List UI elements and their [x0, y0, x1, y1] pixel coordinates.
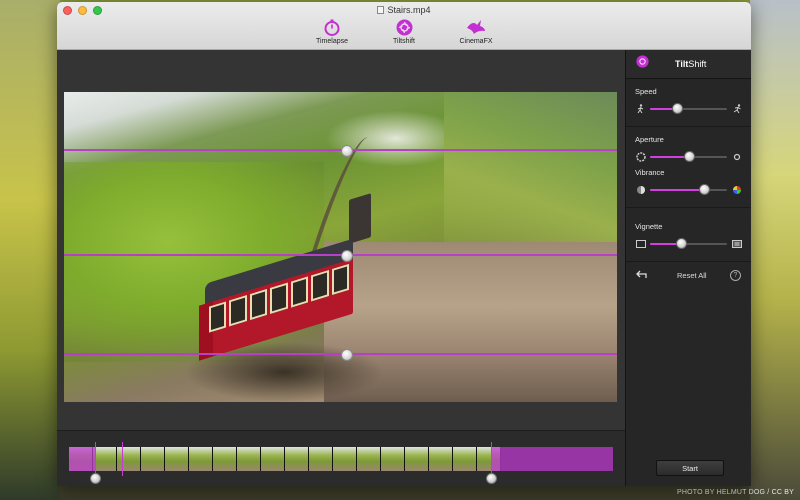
filmstrip-frame — [405, 447, 429, 471]
vignette-slider-knob[interactable] — [675, 238, 687, 249]
tiltshift-icon — [396, 18, 413, 36]
vignette-slider-row — [635, 237, 742, 251]
tab-cinemafx-label: CinemaFX — [459, 38, 493, 45]
panel-title: TiltShift — [675, 59, 706, 69]
filmstrip-frame — [357, 447, 381, 471]
cinemafx-icon — [466, 18, 486, 36]
filmstrip-frame — [381, 447, 405, 471]
panel-title-rest: Shift — [688, 59, 707, 69]
filmstrip-frame — [237, 447, 261, 471]
aperture-slider-row — [635, 150, 742, 164]
desktop-background-left — [0, 0, 60, 500]
settings-panel: TiltShift Speed Aperture Vibrance Vignet… — [625, 50, 751, 486]
help-icon[interactable]: ? — [730, 270, 741, 281]
speed-section: Speed — [626, 79, 751, 127]
window-title-text: Stairs.mp4 — [387, 5, 431, 15]
panel-header: TiltShift — [626, 50, 751, 79]
video-preview[interactable] — [64, 92, 617, 402]
scene-locomotive — [349, 193, 371, 244]
vignette-label: Vignette — [635, 222, 663, 231]
tilt-handle-top[interactable] — [341, 145, 353, 157]
filmstrip-frame — [333, 447, 357, 471]
preview-area — [57, 50, 625, 430]
vibrance-slider[interactable] — [650, 183, 727, 197]
timelapse-icon — [324, 18, 340, 36]
reset-all-button[interactable]: Reset All — [677, 271, 730, 280]
timeline-start-handle[interactable] — [90, 473, 101, 484]
app-window: Stairs.mp4 Timelapse Tiltshift CinemaFX — [57, 2, 751, 486]
desktop-background-right — [750, 0, 800, 500]
aperture-label: Aperture — [635, 135, 664, 144]
timeline-end-handle[interactable] — [486, 473, 497, 484]
photo-credit: PHOTO BY HELMUT DOG / CC BY — [676, 489, 794, 496]
vignette-on-icon — [731, 239, 742, 250]
aperture-narrow-icon — [731, 152, 742, 163]
filmstrip-frame — [117, 447, 141, 471]
mode-tabs: Timelapse Tiltshift CinemaFX — [57, 18, 751, 45]
timeline-selection-left — [69, 447, 96, 471]
aperture-slider[interactable] — [650, 150, 727, 164]
filmstrip-frame — [141, 447, 165, 471]
vibrance-slider-knob[interactable] — [698, 184, 710, 195]
timeline-playhead[interactable] — [122, 442, 123, 476]
reset-arrow-icon[interactable] — [636, 270, 647, 281]
aperture-vibrance-section: Aperture Vibrance — [626, 127, 751, 208]
filmstrip-frame — [261, 447, 285, 471]
timeline — [57, 430, 625, 486]
timeline-start-marker[interactable] — [95, 442, 96, 476]
vibrance-slider-row — [635, 183, 742, 197]
filmstrip-frame — [165, 447, 189, 471]
tiltshift-logo-icon — [636, 55, 649, 73]
filmstrip-frame — [189, 447, 213, 471]
speed-slider[interactable] — [650, 102, 727, 116]
vibrance-low-icon — [635, 185, 646, 196]
vibrance-high-icon — [731, 185, 742, 196]
filmstrip-frame — [453, 447, 477, 471]
window-title: Stairs.mp4 — [57, 5, 751, 15]
tilt-handle-bottom[interactable] — [341, 349, 353, 361]
timeline-selection-right — [491, 447, 613, 471]
vibrance-label: Vibrance — [635, 168, 665, 177]
start-button[interactable]: Start — [656, 460, 724, 476]
vignette-section: Vignette — [626, 208, 751, 262]
title-bar: Stairs.mp4 Timelapse Tiltshift CinemaFX — [57, 2, 751, 50]
tab-timelapse-label: Timelapse — [315, 38, 349, 45]
tab-tiltshift-label: Tiltshift — [393, 38, 415, 45]
vignette-off-icon — [635, 239, 646, 250]
speed-label: Speed — [635, 87, 657, 96]
tab-timelapse[interactable]: Timelapse — [310, 18, 354, 45]
filmstrip-frame — [285, 447, 309, 471]
tab-cinemafx[interactable]: CinemaFX — [454, 18, 498, 45]
filmstrip-frame — [213, 447, 237, 471]
timeline-end-marker[interactable] — [491, 442, 492, 476]
tab-tiltshift[interactable]: Tiltshift — [382, 18, 426, 45]
walk-slow-icon — [635, 104, 646, 115]
speed-slider-knob[interactable] — [671, 103, 683, 114]
vignette-slider[interactable] — [650, 237, 727, 251]
document-icon — [377, 6, 385, 14]
run-fast-icon — [731, 104, 742, 115]
speed-slider-row — [635, 102, 742, 116]
aperture-slider-knob[interactable] — [683, 151, 695, 162]
scene-hill — [444, 92, 617, 262]
panel-title-bold: Tilt — [675, 59, 689, 69]
tilt-handle-center[interactable] — [341, 250, 353, 262]
aperture-wide-icon — [635, 152, 646, 163]
filmstrip-frame — [93, 447, 117, 471]
reset-row: Reset All ? — [626, 262, 751, 289]
filmstrip-frame — [309, 447, 333, 471]
filmstrip-frame — [429, 447, 453, 471]
